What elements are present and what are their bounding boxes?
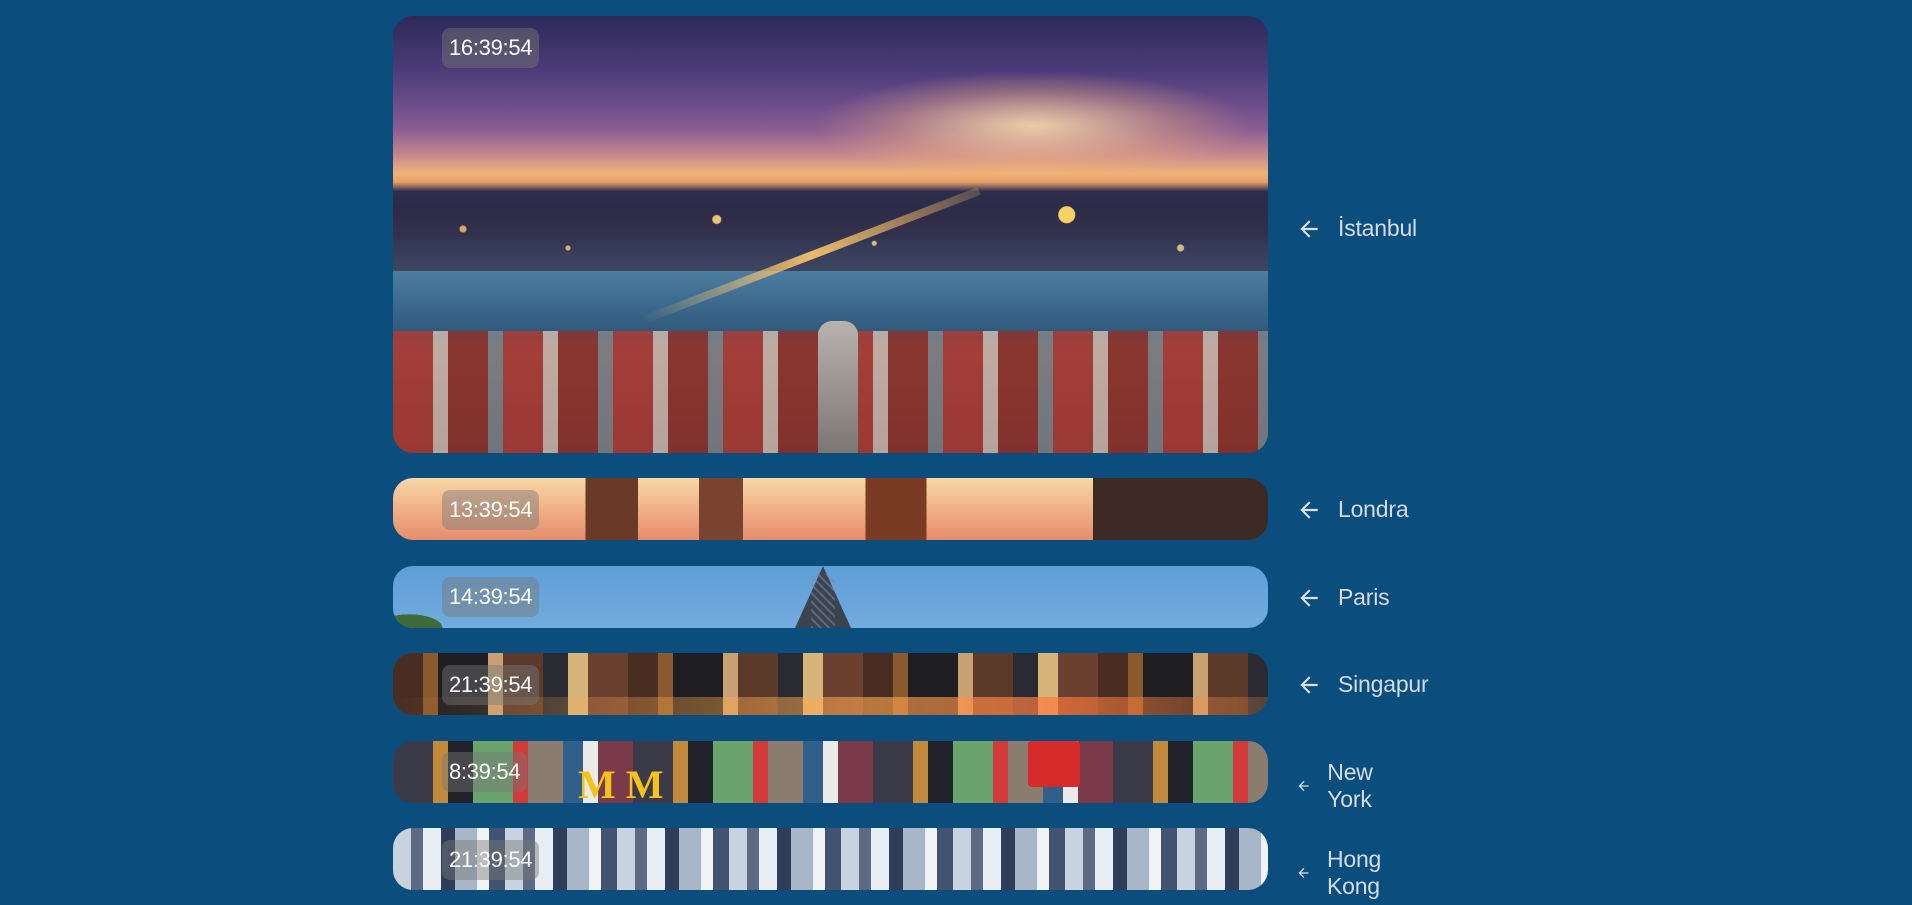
mcdonalds-sign: M M — [578, 762, 664, 804]
city-photo-paris[interactable]: 14:39:54 — [393, 566, 1268, 628]
arrow-left-icon — [1300, 588, 1318, 607]
city-name: Londra — [1338, 496, 1409, 522]
city-label-londra[interactable]: Londra — [1296, 496, 1409, 523]
city-photo-hong-kong[interactable]: 21:39:54 — [393, 828, 1268, 890]
city-photo-singapur[interactable]: 21:39:54 — [393, 653, 1268, 715]
city-row-new-york[interactable]: M M 8:39:54 New York — [393, 741, 1373, 812]
red-sign — [1028, 741, 1080, 787]
city-photo-londra[interactable]: 13:39:54 — [393, 478, 1268, 540]
arrow-left-icon — [1300, 675, 1318, 694]
clock-time: 16:39:54 — [442, 28, 540, 68]
clock-time: 13:39:54 — [442, 490, 540, 530]
city-label-hong-kong[interactable]: Hong Kong — [1296, 846, 1392, 900]
arrow-left-icon — [1298, 780, 1309, 792]
city-row-hong-kong[interactable]: 21:39:54 Hong Kong — [393, 828, 1381, 899]
city-label-singapur[interactable]: Singapur — [1296, 671, 1429, 698]
sunset-glow — [813, 71, 1253, 181]
arrow-left-icon — [1300, 219, 1318, 238]
clock-time: 8:39:54 — [442, 752, 528, 792]
city-name: Hong Kong — [1326, 846, 1382, 899]
city-name: Singapur — [1338, 671, 1429, 697]
eiffel-lattice — [811, 574, 835, 628]
city-label-paris[interactable]: Paris — [1296, 584, 1390, 611]
world-clock-page: 16:39:54 İstanbul 13:39:54 Londra 14:39:… — [0, 0, 1912, 905]
arrow-left-icon — [1300, 500, 1318, 519]
city-name: New York — [1327, 759, 1373, 812]
city-row-paris[interactable]: 14:39:54 Paris — [393, 566, 1390, 628]
clock-time: 21:39:54 — [442, 840, 540, 880]
city-name: Paris — [1338, 584, 1390, 610]
city-label-istanbul[interactable]: İstanbul — [1296, 215, 1417, 242]
clock-time: 14:39:54 — [442, 577, 540, 617]
city-name: İstanbul — [1338, 215, 1417, 241]
city-row-londra[interactable]: 13:39:54 Londra — [393, 478, 1409, 540]
tower — [818, 321, 858, 453]
clock-time: 21:39:54 — [442, 665, 540, 705]
city-photo-istanbul[interactable]: 16:39:54 — [393, 16, 1268, 453]
city-row-istanbul[interactable]: 16:39:54 İstanbul — [393, 16, 1417, 453]
arrow-left-icon — [1298, 868, 1309, 878]
city-photo-new-york[interactable]: M M 8:39:54 — [393, 741, 1268, 803]
city-label-new-york[interactable]: New York — [1296, 759, 1383, 813]
tree — [393, 612, 448, 628]
city-row-singapur[interactable]: 21:39:54 Singapur — [393, 653, 1429, 715]
